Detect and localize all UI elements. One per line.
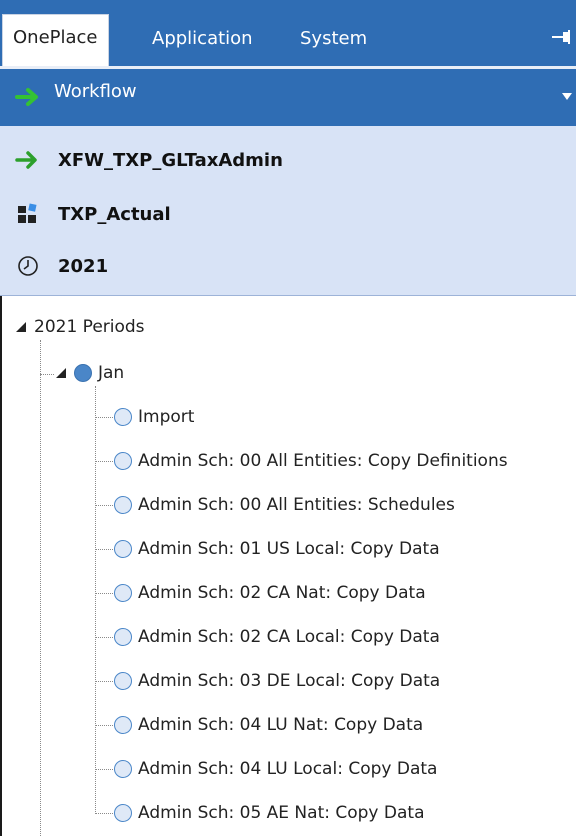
tree-step-label: Admin Sch: 04 LU Nat: Copy Data — [138, 715, 424, 735]
green-arrow-icon — [14, 148, 42, 172]
tree-connector — [95, 505, 113, 506]
tree-step[interactable]: Admin Sch: 01 US Local: Copy Data — [114, 534, 440, 564]
tree-step[interactable]: Admin Sch: 04 LU Nat: Copy Data — [114, 710, 423, 740]
tab-oneplace[interactable]: OnePlace — [2, 14, 109, 66]
expanded-triangle-icon[interactable] — [14, 320, 28, 334]
pov-time-label: 2021 — [58, 255, 109, 277]
tree-step-label: Admin Sch: 05 AE Nat: Copy Data — [138, 803, 425, 823]
tree-connector — [95, 725, 113, 726]
tree-root-label: 2021 Periods — [34, 317, 145, 337]
tree-step[interactable]: Admin Sch: 05 AE Nat: Copy Data — [114, 798, 425, 828]
workflow-bar-label: Workflow — [54, 81, 137, 102]
tree-step-label: Admin Sch: 02 CA Nat: Copy Data — [138, 583, 426, 603]
tab-application[interactable]: Application — [142, 16, 263, 66]
tree-connector — [40, 340, 41, 836]
tree-step[interactable]: Admin Sch: 02 CA Nat: Copy Data — [114, 578, 426, 608]
tree-step-label: Import — [138, 407, 195, 427]
status-circle-icon — [114, 540, 132, 558]
tree-step-label: Admin Sch: 03 DE Local: Copy Data — [138, 671, 441, 691]
status-circle-icon — [114, 452, 132, 470]
pov-workflow-label: XFW_TXP_GLTaxAdmin — [58, 149, 283, 171]
status-circle-icon — [114, 760, 132, 778]
pin-icon[interactable] — [550, 26, 572, 48]
tree-connector — [95, 637, 113, 638]
tree-period-label: Jan — [98, 363, 125, 383]
tree-connector — [95, 461, 113, 462]
status-circle-icon — [114, 804, 132, 822]
status-circle-icon — [114, 584, 132, 602]
green-arrow-icon — [15, 88, 38, 106]
tree-connector — [95, 681, 113, 682]
tree-step-label: Admin Sch: 01 US Local: Copy Data — [138, 539, 440, 559]
tree-connector — [95, 813, 113, 814]
tree-root-2021-periods[interactable]: 2021 Periods — [14, 312, 145, 342]
workflow-tree: 2021 Periods Jan Import Admin Sch: 00 Al… — [0, 296, 576, 836]
status-circle-icon — [114, 628, 132, 646]
status-circle-icon — [114, 716, 132, 734]
status-circle-icon — [114, 496, 132, 514]
tree-step[interactable]: Admin Sch: 02 CA Local: Copy Data — [114, 622, 440, 652]
pov-scenario[interactable]: TXP_Actual — [14, 198, 171, 230]
status-circle-icon — [114, 672, 132, 690]
tree-connector — [95, 593, 113, 594]
tree-step[interactable]: Admin Sch: 03 DE Local: Copy Data — [114, 666, 440, 696]
status-circle-icon — [114, 408, 132, 426]
tree-step-label: Admin Sch: 00 All Entities: Schedules — [138, 495, 455, 515]
pov-panel: XFW_TXP_GLTaxAdmin TXP_Actual 2021 — [0, 126, 576, 296]
tree-step[interactable]: Import — [114, 402, 194, 432]
tree-node-jan[interactable]: Jan — [54, 358, 124, 388]
scenario-icon — [14, 202, 42, 226]
pov-workflow[interactable]: XFW_TXP_GLTaxAdmin — [14, 144, 283, 176]
tree-connector — [95, 417, 113, 418]
pov-time[interactable]: 2021 — [14, 250, 108, 282]
tree-connector — [95, 386, 96, 812]
tree-step-label: Admin Sch: 04 LU Local: Copy Data — [138, 759, 438, 779]
tab-strip: OnePlace Application System — [0, 0, 576, 66]
tree-step-label: Admin Sch: 02 CA Local: Copy Data — [138, 627, 440, 647]
tab-system[interactable]: System — [290, 16, 377, 66]
tree-connector — [40, 374, 54, 375]
tree-step[interactable]: Admin Sch: 04 LU Local: Copy Data — [114, 754, 437, 784]
tree-connector — [95, 769, 113, 770]
tree-step[interactable]: Admin Sch: 00 All Entities: Schedules — [114, 490, 455, 520]
tree-step-label: Admin Sch: 00 All Entities: Copy Definit… — [138, 451, 508, 471]
status-circle-icon — [74, 364, 92, 382]
clock-icon — [14, 254, 42, 278]
pov-scenario-label: TXP_Actual — [58, 203, 171, 225]
workflow-bar[interactable]: Workflow — [0, 66, 576, 126]
expanded-triangle-icon[interactable] — [54, 366, 68, 380]
chevron-down-icon[interactable] — [562, 93, 572, 101]
tree-connector — [95, 549, 113, 550]
tree-step[interactable]: Admin Sch: 00 All Entities: Copy Definit… — [114, 446, 508, 476]
